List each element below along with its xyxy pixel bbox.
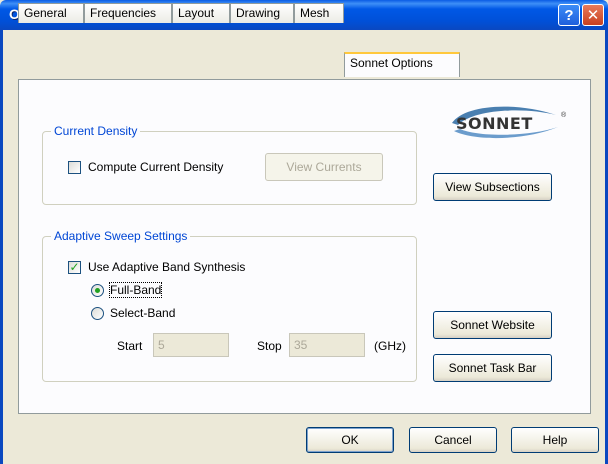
stop-value: 35: [294, 338, 308, 352]
help-button[interactable]: Help: [511, 427, 599, 453]
tab-label: Drawing: [236, 6, 281, 20]
compute-current-density-checkbox[interactable]: [68, 161, 81, 174]
close-icon: ✕: [586, 7, 600, 24]
ghz-unit-label: (GHz): [374, 339, 406, 353]
tab-mesh[interactable]: Mesh: [294, 3, 344, 23]
view-subsections-label: View Subsections: [445, 180, 540, 194]
tab-label: Sonnet Options: [350, 56, 433, 70]
logo-text: SONNET: [456, 114, 533, 133]
full-band-radio[interactable]: [91, 284, 104, 297]
tab-label: Layout: [178, 6, 215, 20]
sonnet-website-label: Sonnet Website: [450, 318, 535, 332]
help-title-button[interactable]: ?: [558, 4, 580, 26]
registered-mark: ®: [561, 112, 567, 119]
ok-label: OK: [341, 433, 359, 447]
start-label: Start: [117, 339, 143, 353]
sonnet-task-bar-label: Sonnet Task Bar: [448, 361, 537, 375]
ok-button[interactable]: OK: [306, 427, 394, 453]
use-adaptive-band-synthesis-checkbox[interactable]: ✓: [68, 261, 81, 274]
window-frame-left: [0, 30, 3, 464]
sonnet-website-button[interactable]: Sonnet Website: [433, 311, 552, 339]
tab-drawing[interactable]: Drawing: [230, 3, 294, 23]
adaptive-sweep-legend: Adaptive Sweep Settings: [51, 229, 191, 243]
compute-current-density-label[interactable]: Compute Current Density: [88, 160, 223, 174]
view-currents-label: View Currents: [286, 160, 362, 174]
stop-input[interactable]: 35: [289, 333, 365, 357]
start-value: 5: [158, 338, 165, 352]
help-icon: ?: [564, 6, 574, 24]
tab-sonnet-options[interactable]: Sonnet Options: [344, 52, 460, 77]
tab-label: Mesh: [300, 6, 330, 20]
sonnet-task-bar-button[interactable]: Sonnet Task Bar: [433, 354, 552, 382]
view-currents-button[interactable]: View Currents: [265, 153, 383, 181]
cancel-label: Cancel: [434, 433, 472, 447]
stop-label: Stop: [257, 339, 282, 353]
select-band-radio[interactable]: [91, 307, 104, 320]
tab-label: General: [24, 6, 67, 20]
select-band-label[interactable]: Select-Band: [110, 306, 175, 320]
sonnet-logo: SONNET ®: [444, 101, 570, 143]
tab-label: Frequencies: [90, 6, 157, 20]
current-density-legend: Current Density: [51, 124, 141, 138]
cancel-button[interactable]: Cancel: [409, 427, 497, 453]
help-label: Help: [542, 433, 568, 447]
tab-layout[interactable]: Layout: [172, 3, 230, 23]
use-adaptive-band-synthesis-label[interactable]: Use Adaptive Band Synthesis: [88, 260, 245, 274]
start-input[interactable]: 5: [153, 333, 229, 357]
full-band-label[interactable]: Full-Band: [108, 282, 163, 298]
tab-general[interactable]: General: [18, 3, 84, 23]
tab-frequencies[interactable]: Frequencies: [84, 3, 172, 23]
close-title-button[interactable]: ✕: [582, 4, 604, 26]
radio-selected-dot: [95, 288, 100, 293]
view-subsections-button[interactable]: View Subsections: [433, 173, 552, 201]
